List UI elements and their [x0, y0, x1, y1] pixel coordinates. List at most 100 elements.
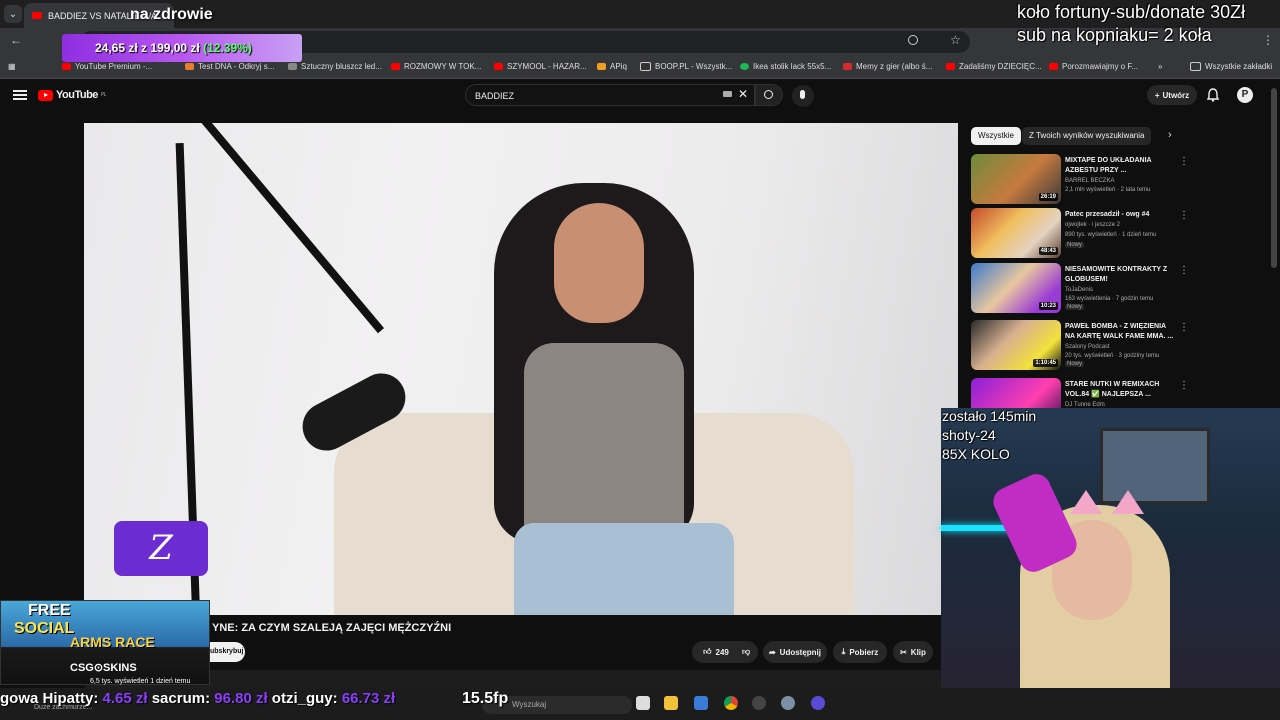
- settings-gear-icon[interactable]: [781, 696, 795, 710]
- video-thumbnail[interactable]: 10:23: [971, 263, 1061, 313]
- back-icon[interactable]: ←: [10, 33, 22, 47]
- page-favicon-icon: [740, 63, 749, 70]
- channel-watermark-logo: Z: [114, 521, 208, 576]
- all-bookmarks-folder[interactable]: Wszystkie zakładki: [1190, 62, 1272, 71]
- recommendation-item[interactable]: 1:10:45 PAWEŁ BOMBA - Z WIĘZIENIA NA KAR…: [971, 320, 1271, 370]
- menu-icon[interactable]: [13, 88, 27, 102]
- bookmark-item[interactable]: Sztuczny bluszcz led...: [288, 62, 382, 71]
- overlay-toast-text: na zdrowie: [130, 6, 213, 23]
- tab-search-button[interactable]: ⌄: [4, 5, 22, 23]
- recommendation-title[interactable]: MIXTAPE DO UKŁADANIA AZBESTU PRZY ...: [1065, 156, 1175, 176]
- bookmark-item[interactable]: SZYMOOL - HAZAR...: [494, 62, 587, 71]
- chip-all[interactable]: Wszystkie: [971, 127, 1021, 145]
- duration-badge: 26:19: [1038, 193, 1058, 201]
- thumb-up-icon: 👍︎: [703, 647, 712, 656]
- clear-search-icon[interactable]: ✕: [738, 87, 748, 101]
- store-icon[interactable]: [694, 696, 708, 710]
- recommendation-title[interactable]: STARE NUTKI W REMIXACH VOL.84 ✅ NAJLEPSZ…: [1065, 380, 1175, 400]
- browser-menu-icon[interactable]: ⋮: [1262, 33, 1274, 47]
- download-icon: ⤓: [841, 647, 846, 656]
- video-meta: 890 tys. wyświetleń · 1 dzień temu: [1065, 232, 1157, 238]
- recommendation-title[interactable]: Patec przesadził - owg #4: [1065, 210, 1175, 220]
- clip-button[interactable]: ✂ Klip: [893, 641, 933, 663]
- more-options-icon[interactable]: ⋮: [1179, 265, 1189, 276]
- video-meta: 20 tys. wyświetleń · 3 godziny temu: [1065, 353, 1160, 359]
- duration-badge: 10:23: [1038, 302, 1058, 310]
- video-title: YNE: ZA CZYM SZALEJĄ ZAJĘCI MĘŻCZYŹNI: [212, 622, 452, 634]
- channel-name[interactable]: ojwojtek · i jeszcze 2: [1065, 222, 1120, 228]
- share-button[interactable]: ➦ Udostępnij: [763, 641, 827, 663]
- plus-icon: +: [1154, 90, 1160, 100]
- obs-icon[interactable]: [752, 696, 766, 710]
- download-button[interactable]: ⤓ Pobierz: [833, 641, 887, 663]
- chrome-icon[interactable]: [724, 696, 738, 710]
- avatar[interactable]: P: [1237, 87, 1253, 103]
- bookmark-star-icon[interactable]: ☆: [950, 33, 961, 47]
- channel-name[interactable]: ToJaDenis: [1065, 287, 1093, 293]
- scrollbar[interactable]: [1271, 88, 1277, 268]
- bookmarks-overflow-icon[interactable]: »: [1158, 62, 1162, 71]
- channel-name[interactable]: Szalony Podcast: [1065, 344, 1110, 350]
- more-options-icon[interactable]: ⋮: [1179, 380, 1189, 391]
- chips-next-icon[interactable]: ›: [1168, 129, 1172, 141]
- recommendation-title[interactable]: PAWEŁ BOMBA - Z WIĘZIENIA NA KARTĘ WALK …: [1065, 322, 1175, 342]
- ad-social-text: SOCIAL: [14, 620, 75, 637]
- file-explorer-icon[interactable]: [664, 696, 678, 710]
- video-player[interactable]: [84, 123, 958, 615]
- youtube-favicon-icon: [62, 63, 71, 70]
- bookmark-item[interactable]: YouTube Premium -...: [62, 62, 152, 71]
- subscribe-button[interactable]: ubskrybuj: [205, 642, 245, 662]
- app-icon[interactable]: [811, 696, 825, 710]
- task-view-icon[interactable]: [636, 696, 650, 710]
- dna-favicon-icon: [185, 63, 194, 70]
- youtube-logo[interactable]: YouTube PL: [38, 89, 107, 101]
- page-favicon-icon: [640, 62, 651, 71]
- video-meta: 163 wyświetlenia · 7 godzin temu: [1065, 296, 1154, 302]
- video-thumbnail[interactable]: 1:10:45: [971, 320, 1061, 370]
- voice-search-button[interactable]: [792, 85, 814, 107]
- bookmark-item[interactable]: ROZMOWY W TOK...: [391, 62, 481, 71]
- like-button[interactable]: 👍︎ 249: [692, 641, 740, 663]
- recommendation-item[interactable]: 48:43 Patec przesadził - owg #4 ojwojtek…: [971, 208, 1271, 258]
- recommendation-title[interactable]: NIESAMOWITE KONTRAKTY Z GLOBUSEM!: [1065, 265, 1175, 285]
- create-button[interactable]: + Utwórz: [1147, 85, 1197, 105]
- youtube-favicon-icon: [946, 63, 955, 70]
- thumb-down-icon: 👎︎: [741, 647, 751, 656]
- dislike-button[interactable]: 👎︎: [734, 641, 758, 663]
- video-views-date: 6,5 tys. wyświetleń 1 dzień temu: [90, 678, 191, 685]
- bookmark-item[interactable]: APiq: [597, 62, 627, 71]
- notifications-bell-icon[interactable]: [1206, 88, 1220, 107]
- search-button[interactable]: [755, 84, 783, 106]
- keyboard-icon[interactable]: [723, 91, 732, 97]
- more-options-icon[interactable]: ⋮: [1179, 210, 1189, 221]
- video-person-face: [554, 203, 644, 323]
- video-thumbnail[interactable]: 26:19: [971, 154, 1061, 204]
- mic-icon: [800, 90, 805, 99]
- zoom-icon[interactable]: [908, 35, 918, 45]
- chip-from-search[interactable]: Z Twoich wyników wyszukiwania: [1022, 127, 1152, 145]
- bookmark-item[interactable]: Test DNA - Odkryj s...: [185, 62, 274, 71]
- description-box[interactable]: [84, 670, 944, 690]
- ad-arms-race-text: ARMS RACE: [70, 634, 155, 650]
- youtube-favicon-icon: [391, 63, 400, 70]
- bookmark-item[interactable]: Ikea stolik lack 55x5...: [740, 62, 831, 71]
- bookmark-item[interactable]: Porozmawiajmy o F...: [1049, 62, 1138, 71]
- channel-name[interactable]: BARREL BECZKA: [1065, 178, 1114, 184]
- recommendation-item[interactable]: 26:19 MIXTAPE DO UKŁADANIA AZBESTU PRZY …: [971, 154, 1271, 204]
- share-icon: ➦: [768, 647, 776, 657]
- video-meta: 2,1 mln wyświetleń · 2 lata temu: [1065, 187, 1151, 193]
- video-thumbnail[interactable]: 48:43: [971, 208, 1061, 258]
- apps-grid-icon[interactable]: ▦: [8, 62, 16, 71]
- recommendation-item[interactable]: 10:23 NIESAMOWITE KONTRAKTY Z GLOBUSEM! …: [971, 263, 1271, 313]
- search-input[interactable]: BADDIEZ: [465, 84, 755, 106]
- more-options-icon[interactable]: ⋮: [1179, 156, 1189, 167]
- youtube-favicon-icon: [32, 12, 42, 19]
- bookmark-item[interactable]: Zadaliśmy DZIECIĘC...: [946, 62, 1042, 71]
- bookmark-item[interactable]: BOOP.PL - Wszystk...: [640, 62, 732, 71]
- overlay-wheel-count-text: 85X KOLO: [942, 446, 1010, 462]
- more-options-icon[interactable]: ⋮: [1179, 322, 1189, 333]
- overlay-timer-text: zostało 145min: [942, 408, 1037, 424]
- page-favicon-icon: [597, 63, 606, 70]
- youtube-play-icon: [38, 89, 53, 101]
- bookmark-item[interactable]: Memy z gier (albo ś...: [843, 62, 932, 71]
